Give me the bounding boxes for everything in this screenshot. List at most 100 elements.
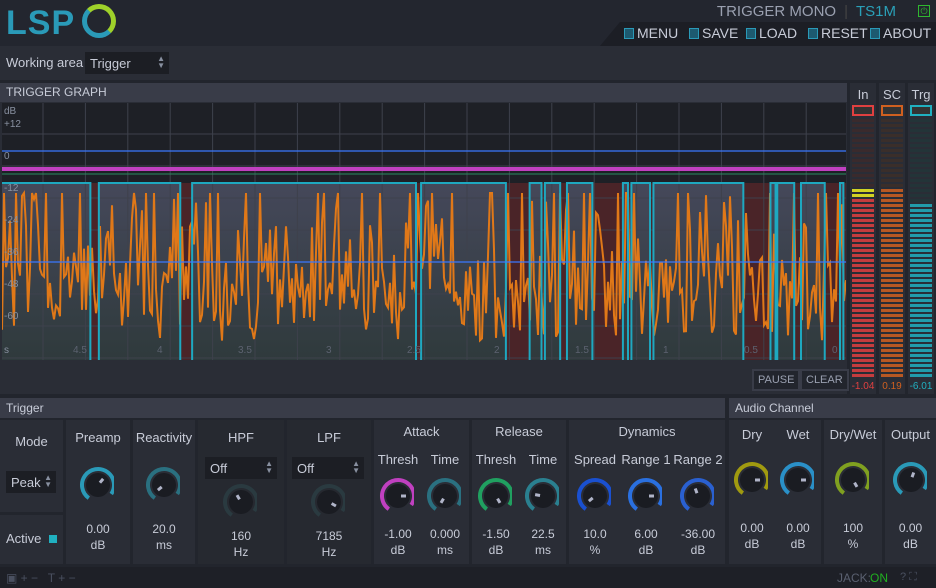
release-thresh-unit: dB (488, 543, 504, 557)
hpf-select[interactable]: Off ▲ ▼ (205, 457, 277, 479)
meter-value: 0.19 (882, 381, 902, 392)
logo: LSP (6, 4, 76, 42)
meter-value: -6.01 (909, 381, 933, 392)
meter-peak-indicator[interactable] (881, 105, 903, 116)
x-tick-label: 1.5 (575, 345, 589, 356)
lpf-knob[interactable] (309, 482, 345, 518)
audio-section-title: Audio Channel (729, 398, 936, 418)
power-icon[interactable]: ⏻ (918, 5, 930, 17)
reactivity-unit: ms (156, 538, 172, 552)
hpf-knob[interactable] (221, 482, 257, 518)
trigger-graph (2, 103, 846, 360)
y-tick-label: -12 (4, 183, 19, 194)
drywet-knob[interactable] (833, 460, 869, 496)
wet-label: Wet (786, 427, 810, 442)
attack-thresh-unit: dB (390, 543, 406, 557)
trigger-section-title: Trigger (0, 398, 725, 418)
menu-button[interactable]: MENU (624, 25, 678, 41)
hpf-label: HPF (228, 430, 254, 445)
output-unit: dB (903, 537, 918, 551)
wet-unit: dB (790, 537, 806, 551)
range1-label: Range 1 (621, 452, 671, 467)
save-icon (689, 27, 699, 39)
release-time-knob[interactable] (523, 476, 559, 512)
help-icon[interactable]: ? ⛶ (900, 571, 917, 584)
logo-gear-icon (82, 4, 116, 38)
attack-time-knob[interactable] (425, 476, 461, 512)
meter-bar (881, 119, 903, 379)
save-button[interactable]: SAVE (689, 25, 738, 41)
attack-thresh-knob[interactable] (378, 476, 414, 512)
load-button[interactable]: LOAD (746, 25, 797, 41)
preamp-knob[interactable] (78, 465, 114, 501)
y-tick-label: -36 (4, 247, 19, 258)
release-time-label: Time (528, 452, 558, 467)
y-unit-label: dB (4, 106, 17, 117)
jack-status: ON (870, 571, 888, 585)
dry-label: Dry (741, 427, 763, 442)
y-tick-label: -48 (4, 279, 19, 290)
y-tick-label: 0 (4, 151, 10, 162)
lpf-value: 7185 (315, 529, 343, 543)
release-label: Release (495, 424, 543, 439)
x-tick-label: 4.5 (73, 345, 87, 356)
mode-label: Mode (15, 434, 48, 449)
graph-title: TRIGGER GRAPH (0, 83, 847, 102)
output-label: Output (890, 427, 931, 442)
output-value: 0.00 (898, 521, 923, 535)
x-tick-label: 3.5 (238, 345, 252, 356)
release-time-value: 22.5 (531, 527, 555, 541)
y-tick-label: -24 (4, 215, 19, 226)
working-area-label: Working area (6, 55, 84, 70)
dry-value: 0.00 (740, 521, 764, 535)
release-thresh-value: -1.50 (482, 527, 510, 541)
y-tick-label: -60 (4, 311, 19, 322)
mode-select[interactable]: Peak ▲ ▼ (6, 471, 56, 493)
clear-button[interactable]: CLEAR (800, 369, 849, 391)
release-time-unit: ms (535, 543, 551, 557)
meter-peak-indicator[interactable] (910, 105, 932, 116)
menu-icon (624, 27, 634, 39)
drywet-label: Dry/Wet (829, 427, 877, 442)
attack-time-value: 0.000 (429, 527, 461, 541)
attack-time-unit: ms (437, 543, 453, 557)
footer-icons[interactable]: ▣ + − T + − (6, 571, 76, 585)
dynamics-label: Dynamics (618, 424, 676, 439)
pause-button[interactable]: PAUSE (752, 369, 801, 391)
lpf-unit: Hz (321, 545, 337, 559)
x-unit-label: s (4, 345, 9, 356)
attack-thresh-label: Thresh (377, 452, 419, 467)
attack-label: Attack (403, 424, 440, 439)
reset-icon (808, 27, 818, 39)
drywet-value: 100 (842, 521, 864, 535)
x-tick-label: 3 (326, 345, 332, 356)
reactivity-knob[interactable] (144, 465, 180, 501)
active-label: Active (6, 531, 42, 546)
dry-knob[interactable] (732, 460, 768, 496)
active-indicator[interactable] (49, 535, 57, 543)
meter-value: -1.04 (851, 381, 875, 392)
hpf-unit: Hz (233, 545, 249, 559)
reset-button[interactable]: RESET (808, 25, 868, 41)
preamp-unit: dB (90, 538, 106, 552)
hpf-value: 160 (230, 529, 252, 543)
spread-knob[interactable] (575, 476, 611, 512)
about-button[interactable]: ABOUT (870, 25, 931, 41)
preamp-label: Preamp (75, 430, 121, 445)
reactivity-label: Reactivity (135, 430, 193, 445)
drywet-unit: % (847, 537, 859, 551)
release-thresh-knob[interactable] (476, 476, 512, 512)
reactivity-value: 20.0 (152, 522, 176, 536)
output-knob[interactable] (891, 460, 927, 496)
about-icon (870, 27, 880, 39)
spread-label: Spread (574, 452, 616, 467)
wet-knob[interactable] (778, 460, 814, 496)
meter-peak-indicator[interactable] (852, 105, 874, 116)
working-area-select[interactable]: Trigger ▲ ▼ (85, 52, 169, 74)
range1-knob[interactable] (626, 476, 662, 512)
lpf-select[interactable]: Off ▲ ▼ (292, 457, 364, 479)
release-thresh-label: Thresh (475, 452, 517, 467)
range2-knob[interactable] (678, 476, 714, 512)
x-tick-label: 4 (157, 345, 163, 356)
x-tick-label: 1 (663, 345, 669, 356)
